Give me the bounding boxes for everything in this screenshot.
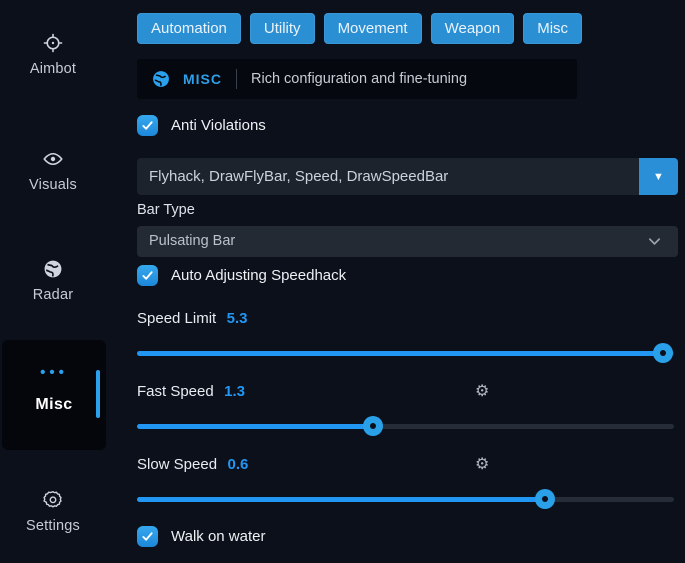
slider-value: 0.6 (228, 456, 249, 473)
speed-limit-group: Speed Limit 5.3 (137, 310, 685, 363)
check-icon (141, 269, 154, 282)
globe-icon (151, 69, 171, 89)
tab-weapon[interactable]: Weapon (431, 13, 515, 44)
walk-on-water-row: Walk on water (137, 526, 685, 547)
section-banner: MISC Rich configuration and fine-tuning (137, 59, 577, 99)
sidebar-item-visuals[interactable]: Visuals (0, 148, 106, 194)
category-tabs: Automation Utility Movement Weapon Misc (137, 13, 685, 44)
section-subtitle: Rich configuration and fine-tuning (251, 71, 467, 87)
speed-limit-slider[interactable] (137, 343, 674, 363)
slider-value: 1.3 (224, 383, 245, 400)
tab-movement[interactable]: Movement (324, 13, 422, 44)
gear-icon[interactable]: ⚙ (475, 384, 489, 400)
walk-on-water-checkbox[interactable] (137, 526, 158, 547)
check-icon (141, 530, 154, 543)
sidebar-item-label: Settings (26, 518, 80, 534)
fast-speed-group: Fast Speed 1.3 ⚙ (137, 383, 685, 436)
section-title: MISC (183, 71, 222, 87)
gear-icon (42, 489, 64, 511)
slider-handle[interactable] (653, 343, 673, 363)
tab-utility[interactable]: Utility (250, 13, 315, 44)
bar-type-select[interactable]: Pulsating Bar (137, 226, 678, 257)
active-indicator-bar (96, 370, 100, 418)
bar-type-label: Bar Type (137, 202, 685, 218)
banner-divider (236, 69, 237, 89)
slow-speed-group: Slow Speed 0.6 ⚙ (137, 456, 685, 509)
sidebar-item-label: Misc (2, 396, 106, 414)
tab-automation[interactable]: Automation (137, 13, 241, 44)
slow-speed-slider[interactable] (137, 489, 674, 509)
slider-fill (137, 497, 545, 502)
slider-value: 5.3 (227, 310, 248, 327)
sidebar-item-label: Aimbot (30, 61, 76, 77)
sidebar-item-label: Radar (33, 287, 74, 303)
combobox-value: Flyhack, DrawFlyBar, Speed, DrawSpeedBar (137, 158, 678, 195)
slider-label: Slow Speed (137, 456, 217, 473)
globe-icon (42, 258, 64, 280)
sidebar-item-aimbot[interactable]: Aimbot (0, 32, 106, 78)
auto-adjusting-speedhack-checkbox[interactable] (137, 265, 158, 286)
crosshair-icon (42, 32, 64, 54)
slider-handle[interactable] (535, 489, 555, 509)
tab-misc[interactable]: Misc (523, 13, 582, 44)
slider-fill (137, 351, 663, 356)
checkbox-label: Auto Adjusting Speedhack (171, 267, 346, 284)
dropdown-arrow-icon[interactable]: ▼ (639, 158, 678, 195)
select-value: Pulsating Bar (137, 226, 678, 257)
slider-label: Fast Speed (137, 383, 214, 400)
eye-icon (42, 148, 64, 170)
checkbox-label: Walk on water (171, 528, 265, 545)
bar-flags-combobox[interactable]: Flyhack, DrawFlyBar, Speed, DrawSpeedBar… (137, 158, 678, 195)
anti-violations-row: Anti Violations (137, 115, 685, 136)
check-icon (141, 119, 154, 132)
checkbox-label: Anti Violations (171, 117, 266, 134)
slider-label: Speed Limit (137, 310, 216, 327)
anti-violations-checkbox[interactable] (137, 115, 158, 136)
chevron-down-icon (647, 234, 662, 249)
sidebar: Aimbot Visuals Radar ••• Misc Settings (0, 0, 110, 563)
sidebar-item-settings[interactable]: Settings (0, 489, 106, 535)
slider-fill (137, 424, 373, 429)
slider-handle[interactable] (363, 416, 383, 436)
sidebar-item-radar[interactable]: Radar (0, 258, 106, 304)
main-panel: Automation Utility Movement Weapon Misc … (137, 0, 685, 563)
auto-adjusting-speedhack-row: Auto Adjusting Speedhack (137, 265, 685, 286)
sidebar-item-misc[interactable]: ••• Misc (2, 340, 106, 450)
gear-icon[interactable]: ⚙ (475, 457, 489, 473)
fast-speed-slider[interactable] (137, 416, 674, 436)
sidebar-item-label: Visuals (29, 177, 77, 193)
ellipsis-icon: ••• (2, 364, 106, 381)
